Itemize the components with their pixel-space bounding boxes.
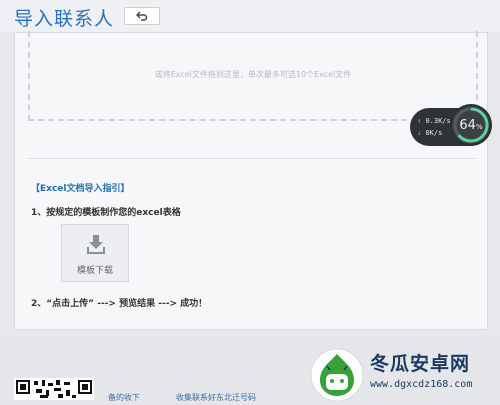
dropzone-hint: 或将Excel文件拖到这里，单次最多可选10个Excel文件	[154, 70, 352, 79]
back-button[interactable]	[124, 7, 160, 25]
gauge-percent-value: 64	[459, 117, 476, 133]
undo-arrow-icon	[136, 11, 148, 21]
template-download-label: 模板下载	[76, 266, 113, 276]
page-title: 导入联系人	[14, 8, 115, 30]
speed-rows: ↑ 0.3K/s ↓ 0K/s	[417, 115, 451, 139]
upload-arrow-icon: ↑	[417, 117, 422, 125]
guide-step-1: 1、按规定的模板制作您的excel表格	[31, 208, 181, 218]
guide-step-2: 2、“点击上传” ---> 预览结果 ---> 成功！	[31, 299, 208, 309]
watermark-title: 冬瓜安卓网	[370, 353, 471, 375]
guide-title: 【Excel文档导入指引】	[31, 184, 130, 194]
import-panel: 或将Excel文件拖到这里，单次最多可选10个Excel文件 【Excel文档导…	[14, 31, 488, 330]
gauge-percent: 64%	[459, 118, 482, 133]
download-icon	[87, 235, 105, 254]
header-bar: 导入联系人	[0, 0, 500, 32]
download-speed-row: ↓ 0K/s	[417, 127, 451, 139]
download-arrow-icon: ↓	[417, 129, 422, 137]
upload-speed: 0.3K/s	[425, 117, 451, 125]
template-download-button[interactable]: 模板下载	[61, 224, 129, 282]
upload-speed-row: ↑ 0.3K/s	[417, 115, 451, 127]
android-logo-icon	[310, 348, 364, 402]
qr-code-icon	[14, 378, 94, 400]
divider	[29, 158, 475, 159]
file-dropzone[interactable]: 或将Excel文件拖到这里，单次最多可选10个Excel文件	[28, 31, 478, 121]
footer-text-right: 收集联系好东北迁号码	[176, 393, 256, 402]
download-speed: 0K/s	[425, 129, 443, 137]
watermark-url: www.dgxcdz168.com	[370, 379, 473, 390]
memory-gauge[interactable]: 64%	[452, 106, 490, 144]
site-watermark: 冬瓜安卓网 www.dgxcdz168.com	[310, 345, 500, 405]
footer-text-left: 备的收下	[108, 393, 140, 402]
gauge-percent-unit: %	[475, 122, 483, 131]
